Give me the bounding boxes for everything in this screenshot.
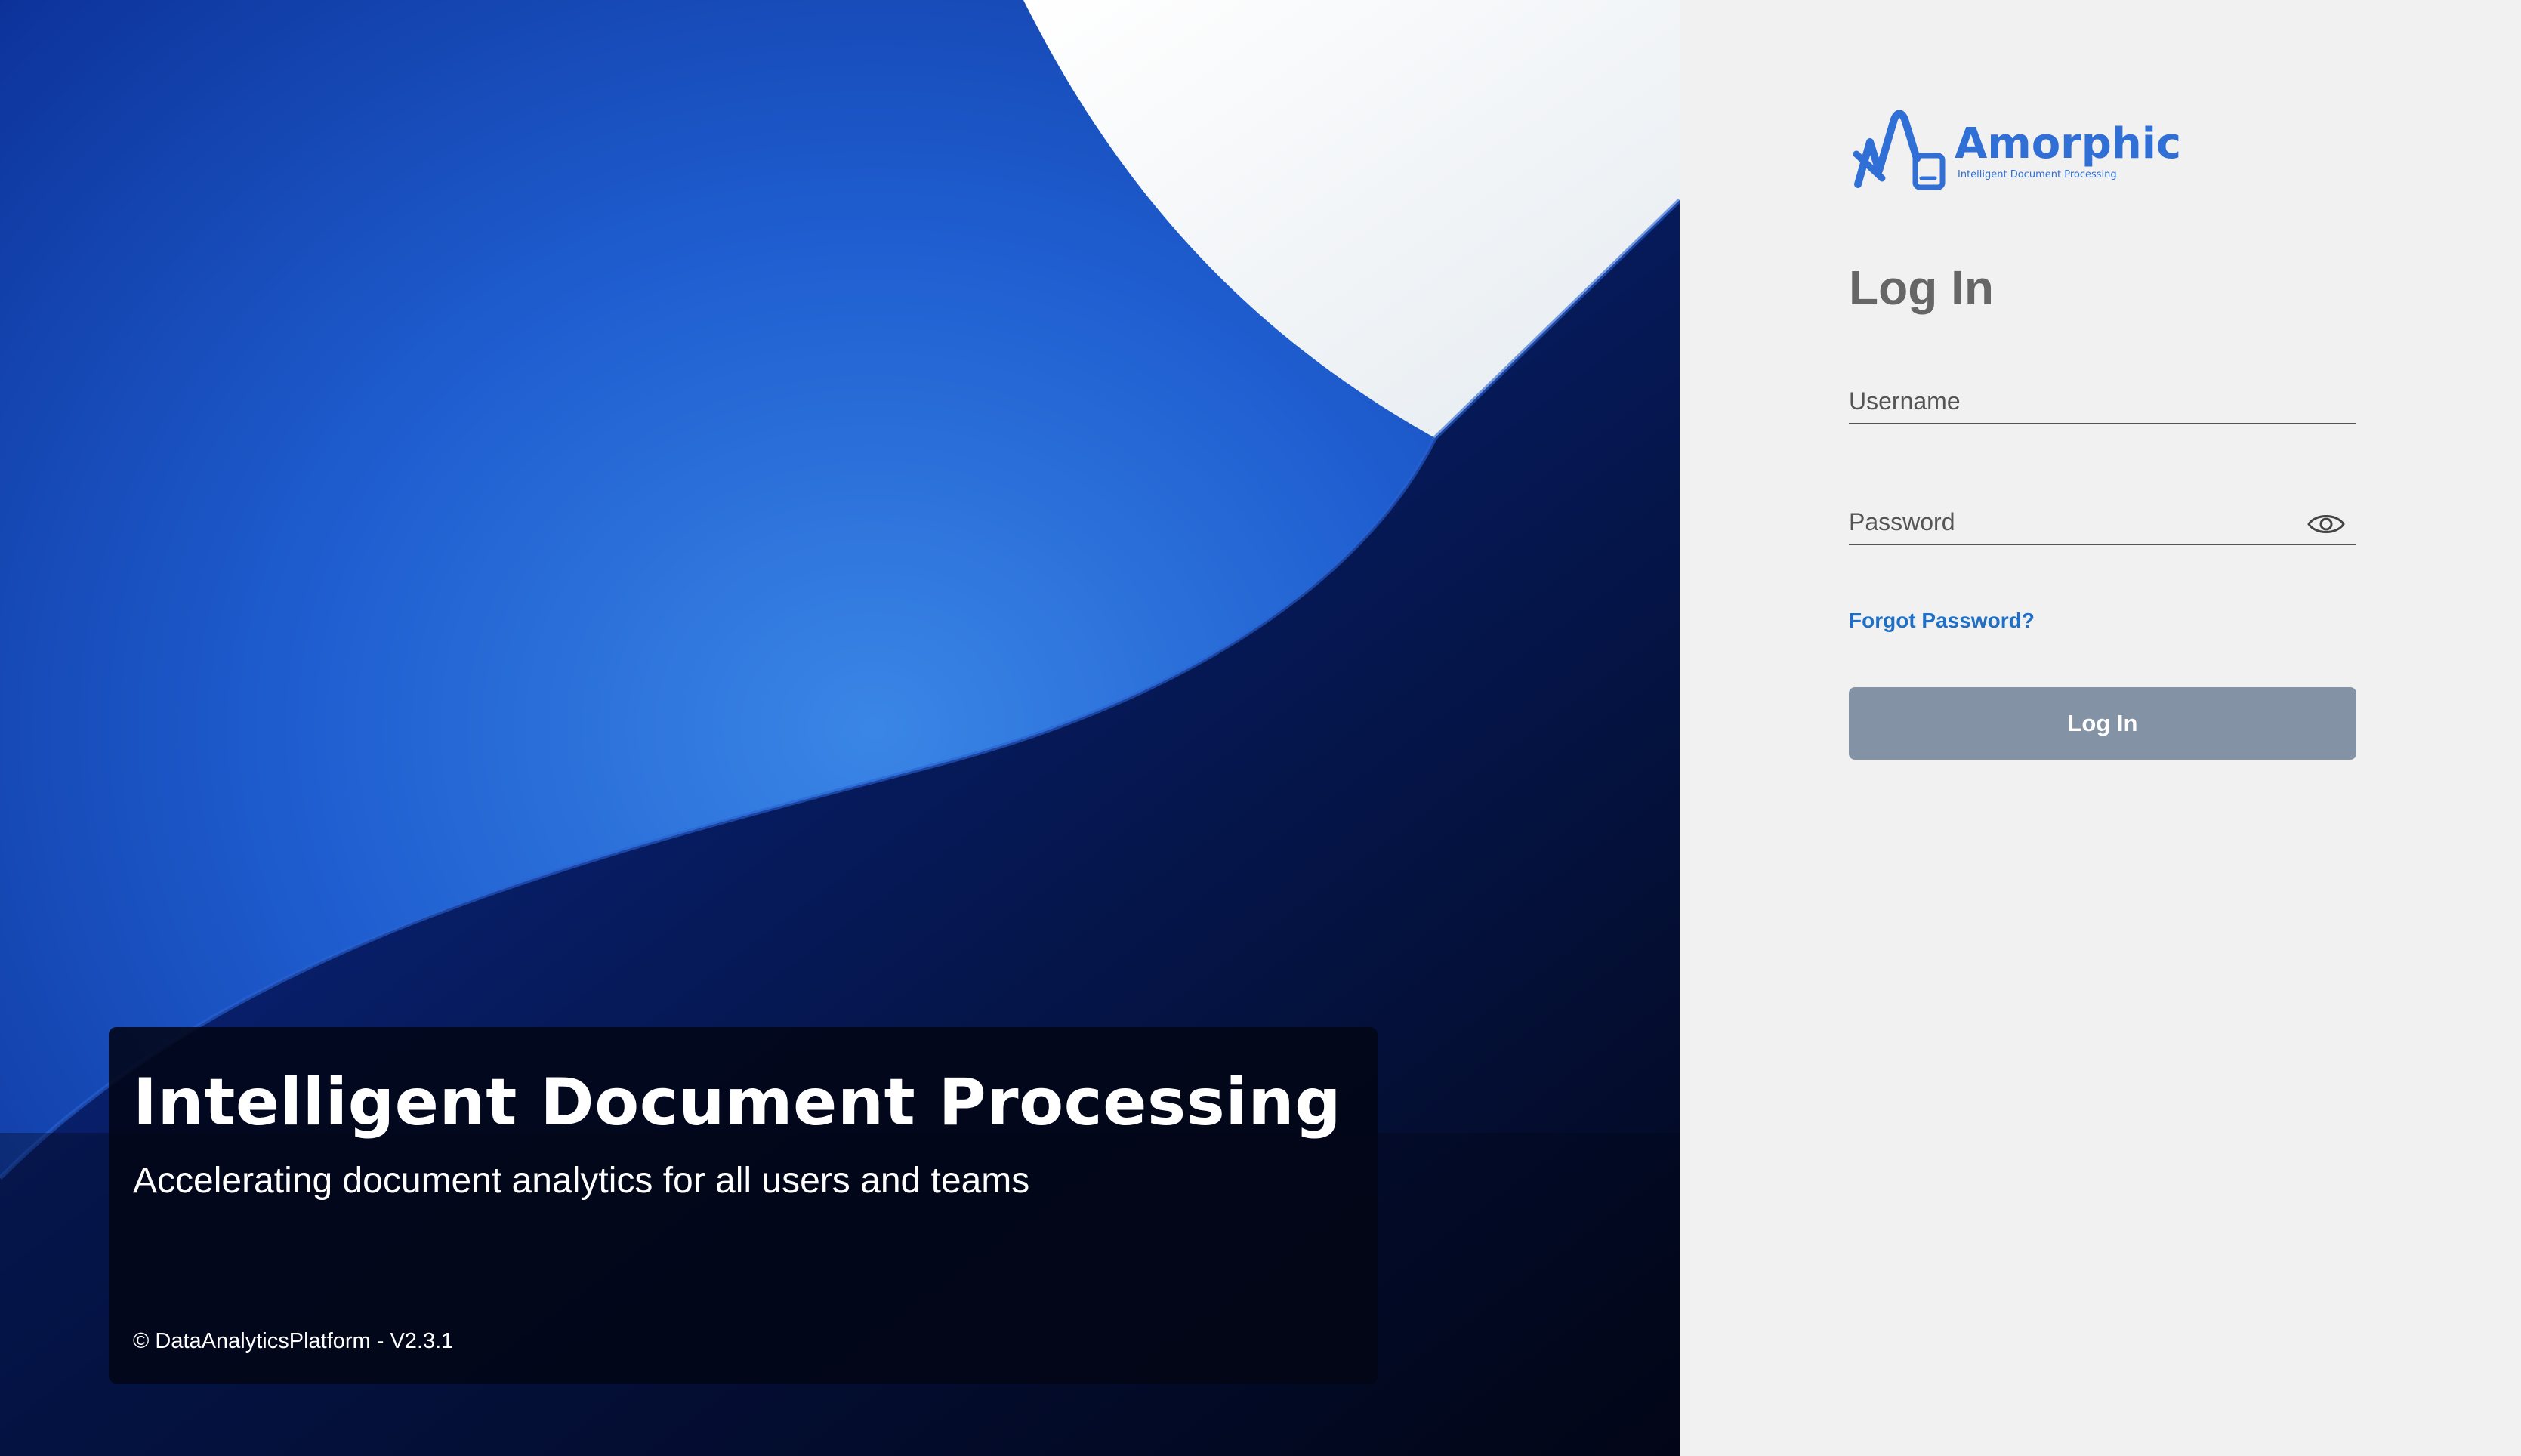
amorphic-logo-icon [1853, 110, 1946, 190]
hero-section: Intelligent Document Processing Accelera… [0, 0, 1680, 1456]
brand-name: Amorphic [1955, 119, 2182, 168]
copyright-version: © DataAnalyticsPlatform - V2.3.1 [133, 1329, 454, 1353]
username-input[interactable] [1849, 382, 2302, 420]
brand-tagline: Intelligent Document Processing [1958, 169, 2117, 180]
hero-subtitle: Accelerating document analytics for all … [133, 1161, 1030, 1201]
forgot-password-link[interactable]: Forgot Password? [1849, 609, 2035, 633]
login-heading: Log In [1849, 261, 1994, 315]
login-page: Intelligent Document Processing Accelera… [0, 0, 2521, 1456]
username-field [1849, 370, 2356, 424]
eye-icon[interactable] [2307, 509, 2346, 539]
password-input[interactable] [1849, 503, 2302, 541]
brand-logo: Amorphic Intelligent Document Processing [1852, 106, 2181, 196]
login-button[interactable]: Log In [1849, 687, 2356, 760]
hero-caption-card: Intelligent Document Processing Accelera… [109, 1027, 1378, 1384]
login-panel: Amorphic Intelligent Document Processing… [1680, 0, 2521, 1456]
hero-title: Intelligent Document Processing [133, 1065, 1342, 1140]
password-field [1849, 491, 2356, 545]
